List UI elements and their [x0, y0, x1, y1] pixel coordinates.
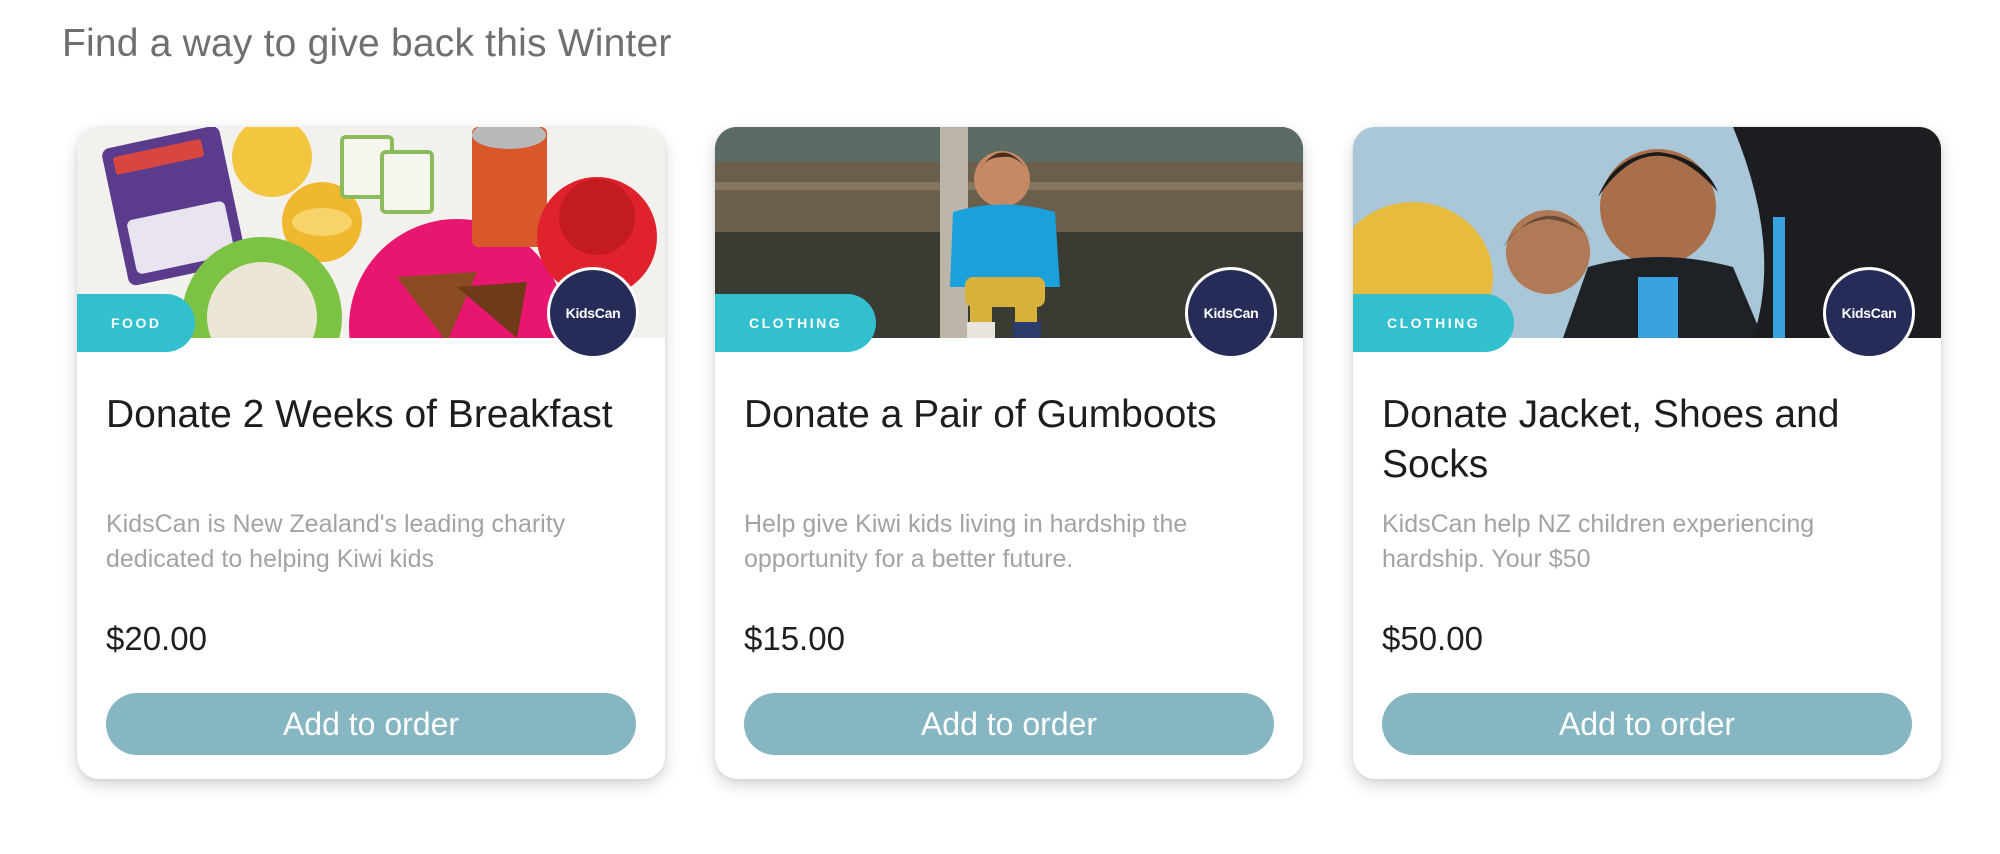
- donation-card-breakfast[interactable]: FOOD KidsCan Donate 2 Weeks of Breakfast…: [77, 127, 665, 779]
- category-tag-clothing: CLOTHING: [715, 294, 877, 352]
- card-price: $15.00: [744, 620, 845, 657]
- card-title[interactable]: Donate a Pair of Gumboots: [744, 390, 1284, 440]
- add-to-order-button[interactable]: Add to order: [1382, 693, 1912, 755]
- donation-page: Find a way to give back this Winter FOOD…: [0, 0, 2000, 854]
- card-description: KidsCan is New Zealand's leading charity…: [106, 510, 566, 573]
- card-title[interactable]: Donate 2 Weeks of Breakfast: [106, 390, 646, 440]
- kidscan-logo: KidsCan: [1185, 267, 1277, 359]
- card-title[interactable]: Donate Jacket, Shoes and Socks: [1382, 390, 1922, 490]
- add-to-order-button[interactable]: Add to order: [106, 693, 636, 755]
- donation-card-gumboots[interactable]: CLOTHING KidsCan Donate a Pair of Gumboo…: [715, 127, 1303, 779]
- kidscan-logo: KidsCan: [1823, 267, 1915, 359]
- donation-card-jacket[interactable]: CLOTHING KidsCan Donate Jacket, Shoes an…: [1353, 127, 1941, 779]
- add-to-order-button[interactable]: Add to order: [744, 693, 1274, 755]
- card-price: $50.00: [1382, 620, 1483, 657]
- card-price: $20.00: [106, 620, 207, 657]
- card-description: Help give Kiwi kids living in hardship t…: [744, 510, 1188, 573]
- section-title: Find a way to give back this Winter: [62, 22, 672, 65]
- category-tag-clothing: CLOTHING: [1353, 294, 1515, 352]
- kidscan-logo: KidsCan: [547, 267, 639, 359]
- category-tag-food: FOOD: [77, 294, 196, 352]
- card-description: KidsCan help NZ children experiencing ha…: [1382, 510, 1815, 573]
